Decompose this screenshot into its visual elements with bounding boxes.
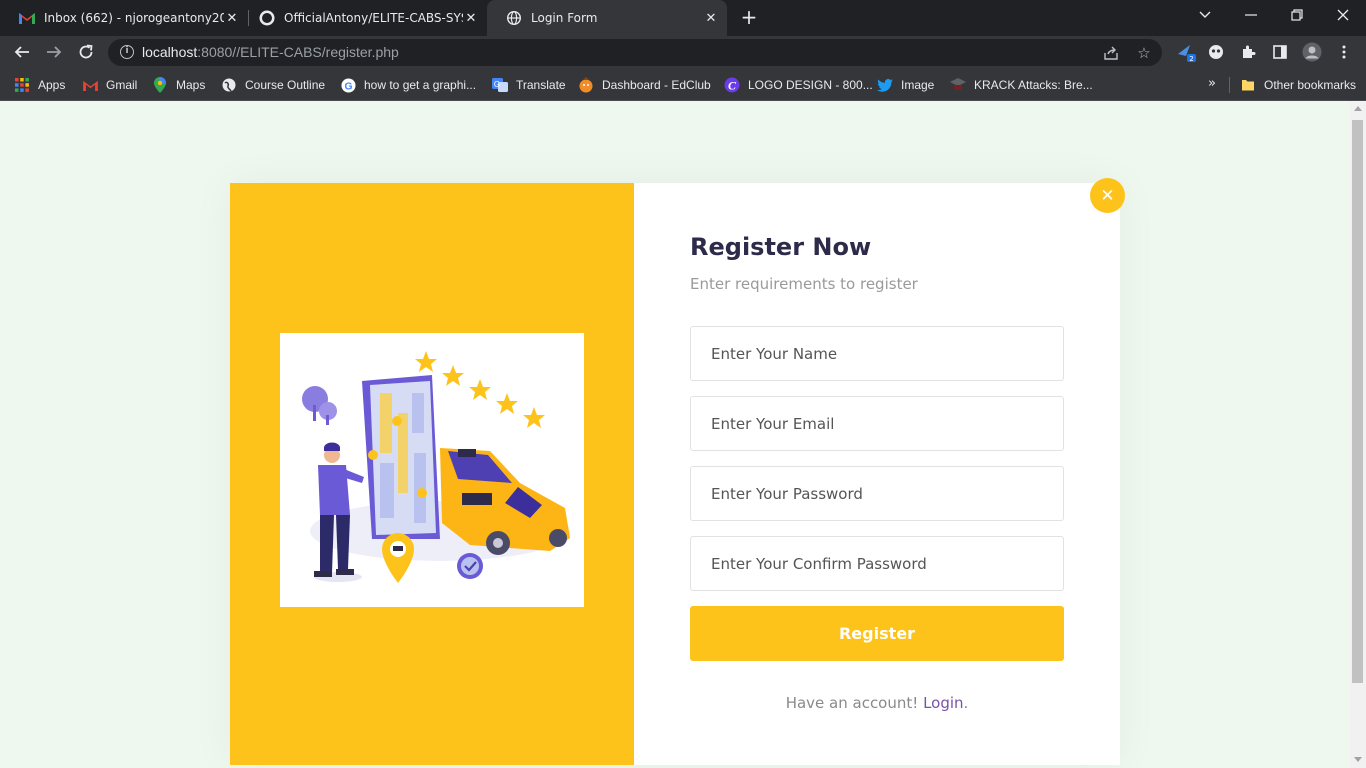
confirm-password-input[interactable] bbox=[690, 536, 1064, 591]
maps-icon bbox=[152, 77, 168, 93]
tab-github-repo[interactable]: OfficialAntony/ELITE-CABS-SYSTEM ✕ bbox=[240, 0, 487, 36]
bookmark-label: Apps bbox=[38, 78, 66, 92]
extension-mask-icon[interactable] bbox=[1204, 40, 1228, 64]
have-account-line: Have an account! Login. bbox=[690, 694, 1064, 712]
tab-close-icon[interactable]: ✕ bbox=[224, 10, 240, 26]
translate-icon: G bbox=[492, 77, 508, 93]
five-star-rating bbox=[415, 351, 545, 428]
scroll-up-arrow-icon[interactable] bbox=[1354, 106, 1362, 111]
illustration-panel bbox=[230, 183, 634, 765]
tree-icons bbox=[302, 386, 337, 425]
bookmark-star-icon[interactable]: ☆ bbox=[1134, 43, 1154, 63]
address-bar[interactable]: i localhost:8080//ELITE-CABS/register.ph… bbox=[108, 39, 1162, 66]
tab-login-form[interactable]: Login Form ✕ bbox=[487, 0, 727, 36]
login-link[interactable]: Login bbox=[923, 694, 963, 712]
bookmark-label: Gmail bbox=[106, 78, 138, 92]
bookmark-label: KRACK Attacks: Bre... bbox=[974, 78, 1093, 92]
tab-gmail-inbox[interactable]: Inbox (662) - njorogeantony2020@ ✕ bbox=[0, 0, 248, 36]
bookmark-google-search[interactable]: G how to get a graphi... bbox=[340, 76, 476, 94]
share-icon[interactable] bbox=[1101, 43, 1121, 63]
email-input[interactable] bbox=[690, 396, 1064, 451]
github-icon bbox=[259, 10, 275, 26]
bookmark-krack-attacks[interactable]: KRACK Attacks: Bre... bbox=[950, 76, 1093, 94]
have-account-text: Have an account! bbox=[785, 694, 919, 712]
site-info-icon[interactable]: i bbox=[120, 45, 134, 59]
tab-strip: Inbox (662) - njorogeantony2020@ ✕ Offic… bbox=[0, 0, 1366, 36]
bookmark-image[interactable]: Image bbox=[877, 76, 934, 94]
back-arrow-icon[interactable] bbox=[10, 40, 34, 64]
gmail-icon bbox=[19, 10, 35, 26]
folder-icon bbox=[1240, 77, 1256, 93]
bookmark-label: Image bbox=[901, 78, 935, 92]
browser-toolbar: i localhost:8080//ELITE-CABS/register.ph… bbox=[0, 36, 1366, 68]
bookmark-label: Maps bbox=[176, 78, 206, 92]
verified-badge bbox=[457, 553, 483, 579]
svg-text:2: 2 bbox=[1189, 55, 1193, 62]
restore-icon[interactable] bbox=[1274, 0, 1320, 30]
bookmark-apps[interactable]: Apps bbox=[14, 76, 65, 94]
twitter-icon bbox=[877, 77, 893, 93]
svg-text:G: G bbox=[494, 80, 500, 89]
form-title: Register Now bbox=[690, 233, 872, 261]
login-suffix: . bbox=[963, 694, 969, 712]
name-input[interactable] bbox=[690, 326, 1064, 381]
bookmark-label: LOGO DESIGN - 800... bbox=[748, 78, 873, 92]
window-close-icon[interactable] bbox=[1320, 0, 1366, 30]
bookmark-course-outline[interactable]: Course Outline bbox=[221, 76, 325, 94]
apps-grid-icon bbox=[14, 77, 30, 93]
krack-icon bbox=[950, 77, 966, 93]
bookmark-gmail[interactable]: Gmail bbox=[82, 76, 137, 94]
tab-search-chevron-icon[interactable] bbox=[1182, 0, 1228, 30]
bookmark-maps[interactable]: Maps bbox=[152, 76, 205, 94]
bookmark-edclub[interactable]: Dashboard - EdClub bbox=[578, 76, 711, 94]
other-bookmarks[interactable]: Other bookmarks bbox=[1240, 76, 1356, 94]
taxi-location-pin bbox=[382, 533, 414, 583]
close-modal-icon[interactable]: ✕ bbox=[1090, 178, 1125, 213]
c-logo-icon: C bbox=[724, 77, 740, 93]
phone-map bbox=[362, 375, 440, 539]
side-panel-icon[interactable] bbox=[1268, 40, 1292, 64]
bookmarks-divider bbox=[1229, 77, 1230, 93]
bookmark-label: how to get a graphi... bbox=[364, 78, 477, 92]
tab-title: OfficialAntony/ELITE-CABS-SYSTEM bbox=[284, 11, 463, 25]
new-tab-plus-icon[interactable]: + bbox=[738, 7, 760, 29]
svg-text:C: C bbox=[728, 79, 737, 93]
tab-title: Inbox (662) - njorogeantony2020@ bbox=[44, 11, 224, 25]
bookmark-translate[interactable]: G Translate bbox=[492, 76, 566, 94]
tab-title: Login Form bbox=[531, 11, 598, 25]
address-url[interactable]: localhost:8080//ELITE-CABS/register.php bbox=[142, 44, 399, 60]
extension-feather-icon[interactable]: 2 bbox=[1174, 40, 1198, 64]
reload-icon[interactable] bbox=[74, 40, 98, 64]
register-button[interactable]: Register bbox=[690, 606, 1064, 661]
page-viewport: ✕ Register Now Enter requirements to reg… bbox=[0, 102, 1350, 768]
bookmark-label: Translate bbox=[516, 78, 566, 92]
form-subtitle: Enter requirements to register bbox=[690, 275, 918, 293]
page-scrollbar[interactable] bbox=[1350, 102, 1366, 768]
profile-avatar-icon[interactable] bbox=[1300, 40, 1324, 64]
bookmark-label: Course Outline bbox=[245, 78, 326, 92]
taxi-booking-illustration bbox=[280, 333, 584, 607]
bookmark-label: Other bookmarks bbox=[1264, 78, 1357, 92]
bookmark-label: Dashboard - EdClub bbox=[602, 78, 711, 92]
bookmarks-bar: Apps Gmail Maps Course Outline G how to … bbox=[0, 68, 1366, 101]
scroll-thumb[interactable] bbox=[1352, 120, 1363, 683]
edclub-icon bbox=[578, 77, 594, 93]
bookmark-logo-design[interactable]: C LOGO DESIGN - 800... bbox=[724, 76, 873, 94]
google-icon: G bbox=[340, 77, 356, 93]
globe-icon bbox=[506, 10, 522, 26]
tab-close-icon[interactable]: ✕ bbox=[703, 10, 719, 26]
gmail-icon bbox=[82, 77, 98, 93]
globe-icon bbox=[221, 77, 237, 93]
svg-text:G: G bbox=[344, 81, 352, 92]
register-card: ✕ Register Now Enter requirements to reg… bbox=[230, 178, 1125, 765]
tab-close-icon[interactable]: ✕ bbox=[463, 10, 479, 26]
scroll-down-arrow-icon[interactable] bbox=[1354, 757, 1362, 762]
more-bookmarks-chevron-icon[interactable]: » bbox=[1208, 76, 1216, 91]
forward-arrow-icon[interactable] bbox=[42, 40, 66, 64]
password-input[interactable] bbox=[690, 466, 1064, 521]
browser-menu-icon[interactable] bbox=[1332, 40, 1356, 64]
minimize-icon[interactable] bbox=[1228, 0, 1274, 30]
extensions-puzzle-icon[interactable] bbox=[1236, 40, 1260, 64]
